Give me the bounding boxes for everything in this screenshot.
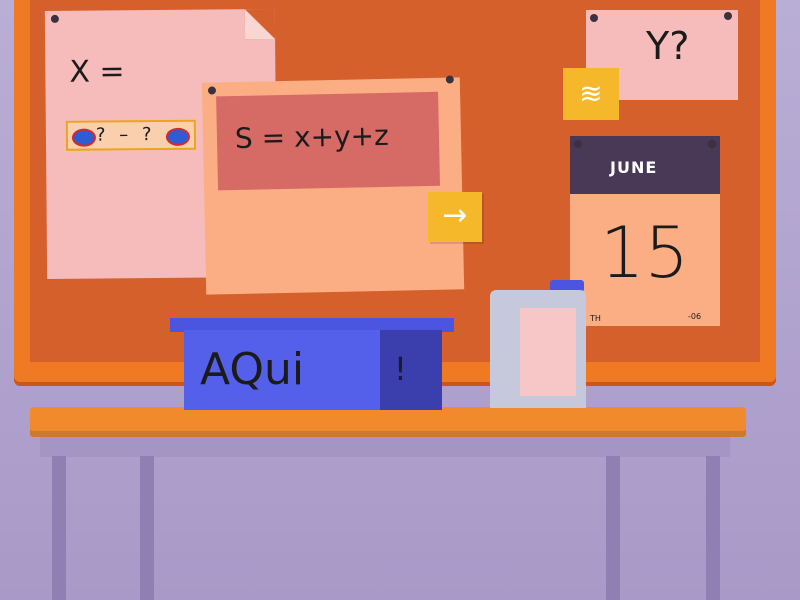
aqui-box[interactable]: AQui	[184, 330, 380, 410]
desk-apron	[40, 437, 730, 457]
container-item[interactable]	[490, 290, 586, 408]
blue-token-icon[interactable]	[71, 128, 97, 147]
pin-icon	[708, 140, 716, 148]
x-equation-label: X =	[69, 54, 125, 90]
x-answer-slot[interactable]: ? – ?	[65, 119, 197, 151]
calendar-page: 15 TH -06	[570, 194, 720, 326]
container-window	[520, 308, 576, 396]
calendar-header: JUNE	[570, 136, 720, 194]
desk-leg	[52, 456, 66, 600]
desk-leg	[606, 456, 620, 600]
calendar-day-suffix: TH	[590, 314, 601, 323]
box-side: !	[380, 330, 442, 410]
calendar-month: JUNE	[610, 158, 658, 177]
pin-icon	[574, 140, 582, 148]
sticky-note-button[interactable]: ≋	[563, 68, 619, 120]
calendar-year: -06	[688, 312, 702, 321]
x-slot-text: ? – ?	[95, 124, 156, 146]
next-arrow-button[interactable]: →	[428, 192, 482, 242]
desk-leg	[706, 456, 720, 600]
box-label: AQui	[200, 344, 305, 395]
y-question-label: Y?	[646, 24, 690, 68]
pin-icon	[590, 14, 598, 22]
desk-leg	[140, 456, 154, 600]
sum-formula-box: S = x+y+z	[216, 91, 441, 191]
pin-icon	[207, 86, 217, 95]
box-mark: !	[394, 350, 407, 388]
calendar[interactable]: JUNE 15 TH -06	[570, 136, 720, 326]
pin-icon	[50, 14, 59, 23]
pin-icon	[445, 75, 454, 84]
paper-fold	[244, 9, 276, 40]
pin-icon	[724, 12, 732, 20]
blue-token-icon[interactable]	[165, 127, 191, 146]
calendar-day: 15	[600, 212, 690, 294]
desk-top	[30, 407, 746, 431]
sum-equation-paper: S = x+y+z	[201, 75, 465, 295]
sum-formula-text: S = x+y+z	[234, 118, 390, 156]
